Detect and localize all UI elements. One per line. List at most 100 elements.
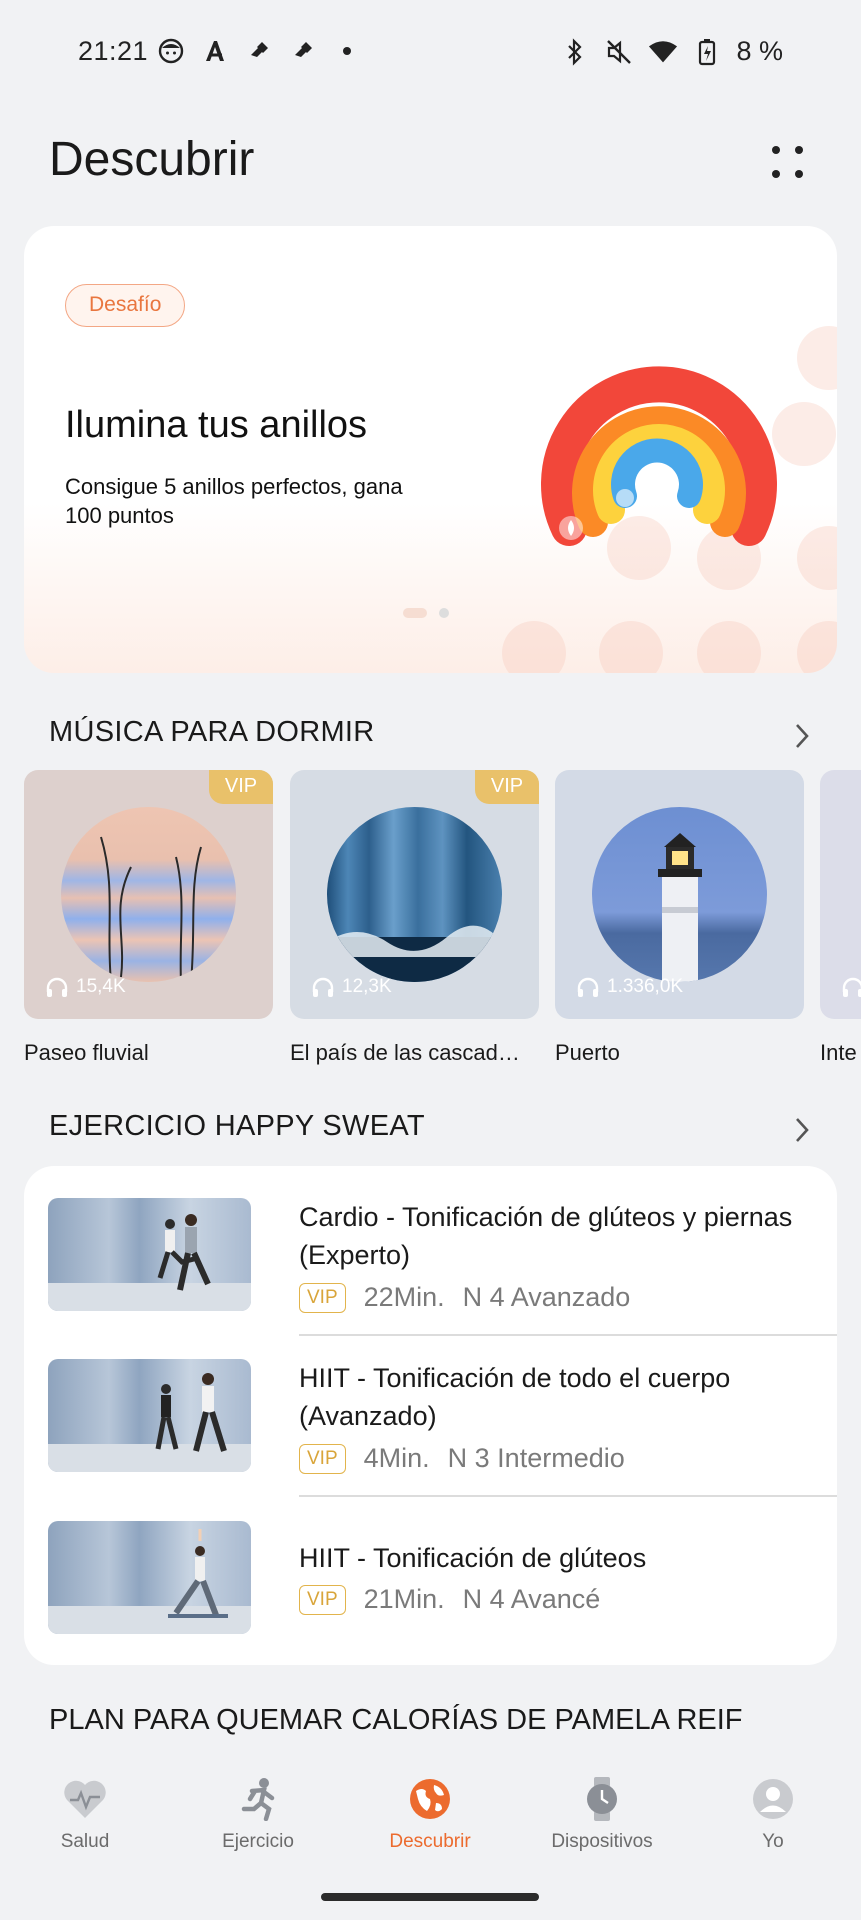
headphones-icon [46, 977, 68, 997]
workout-meta: VIP 4Min. N 3 Intermedio [299, 1443, 625, 1474]
activity-rings-icon [541, 366, 777, 546]
workout-duration: 4Min. [363, 1443, 430, 1473]
music-thumbnail: VIP 12,3K [290, 770, 539, 1019]
lighthouse-image [592, 807, 767, 982]
nav-tab-salud[interactable]: Salud [0, 1775, 170, 1853]
music-title: Paseo fluvial [24, 1040, 149, 1065]
workout-list: Cardio - Tonificación de glúteos y piern… [24, 1166, 837, 1665]
workout-meta: VIP 21Min. N 4 Avancé [299, 1584, 600, 1615]
vip-badge: VIP [299, 1282, 346, 1313]
plan-section-title: PLAN PARA QUEMAR CALORÍAS DE PAMELA REIF [49, 1704, 743, 1736]
music-card[interactable]: 1.336,0K Puerto [555, 770, 804, 1065]
workout-thumbnail [48, 1521, 251, 1634]
nav-label: Salud [60, 1831, 110, 1852]
music-carousel[interactable]: VIP 15,4K Paseo fluvial VIP 12,3K El paí… [24, 770, 861, 1080]
bg-activity-icon [599, 621, 663, 673]
system-icons: 8 % [560, 36, 783, 67]
bg-activity-icon [797, 526, 837, 590]
workout-title: HIIT - Tonificación de todo el cuerpo (A… [299, 1363, 731, 1431]
status-bar: 21:21 8 % [0, 0, 861, 104]
music-card[interactable]: VIP 15,4K Paseo fluvial [24, 770, 273, 1065]
carousel-dot-active [403, 608, 427, 618]
bg-activity-icon [502, 621, 566, 673]
vip-tag: VIP [209, 770, 273, 804]
nav-tab-descubrir[interactable]: Descubrir [345, 1775, 515, 1853]
dot-icon [332, 36, 362, 66]
battery-percentage: 8 % [736, 36, 783, 66]
tiktok-icon [288, 36, 318, 66]
workout-figures [155, 1373, 227, 1452]
more-dot [772, 170, 780, 178]
chevron-right-icon[interactable] [792, 1115, 812, 1145]
tiktok-icon [244, 36, 274, 66]
vip-badge: VIP [299, 1584, 346, 1615]
nav-tab-dispositivos[interactable]: Dispositivos [517, 1775, 687, 1853]
divider [299, 1334, 837, 1336]
home-indicator[interactable] [321, 1893, 539, 1901]
music-card[interactable]: VIP 12,3K El país de las cascad… [290, 770, 539, 1065]
carousel-dot [439, 608, 449, 618]
workout-level: N 3 Intermedio [447, 1443, 625, 1473]
play-count-value: 1.336,0K [607, 976, 684, 997]
workout-thumbnail [48, 1359, 251, 1472]
music-card[interactable]: Inte [820, 770, 861, 1065]
nav-label: Descubrir [389, 1831, 471, 1852]
music-title: Puerto [555, 1040, 620, 1065]
play-count: 1.336,0K [576, 976, 683, 998]
music-title: El país de las cascad… [290, 1040, 520, 1065]
challenge-banner[interactable]: Desafío Ilumina tus anillos Consigue 5 a… [24, 226, 837, 673]
workout-title: Cardio - Tonificación de glúteos y piern… [299, 1202, 793, 1270]
nav-label: Yo [762, 1831, 784, 1852]
watch-icon [578, 1775, 626, 1823]
nav-tab-yo[interactable]: Yo [688, 1775, 858, 1853]
workout-level: N 4 Avancé [462, 1584, 601, 1614]
workout-item[interactable]: HIIT - Tonificación de glúteos VIP 21Min… [48, 1521, 813, 1634]
music-thumbnail: VIP 15,4K [24, 770, 273, 1019]
profile-icon [749, 1775, 797, 1823]
globe-icon [406, 1775, 454, 1823]
workout-level: N 4 Avanzado [462, 1282, 631, 1312]
music-title: Inte [820, 1040, 857, 1065]
page-title: Descubrir [49, 133, 255, 186]
more-dot [795, 146, 803, 154]
play-count: 12,3K [311, 976, 392, 998]
music-section-title: MÚSICA PARA DORMIR [49, 716, 375, 748]
banner-subtitle: Consigue 5 anillos perfectos, gana 100 p… [65, 474, 403, 528]
battery-icon [692, 37, 722, 67]
music-thumbnail [820, 770, 861, 1019]
nav-label: Dispositivos [551, 1831, 653, 1852]
workout-item[interactable]: HIIT - Tonificación de todo el cuerpo (A… [48, 1359, 813, 1499]
waterfall-image [327, 807, 502, 982]
headphones-icon [842, 977, 861, 997]
face-icon [156, 36, 186, 66]
workout-figures [157, 1214, 211, 1291]
nav-label: Ejercicio [222, 1831, 294, 1852]
reeds-water-image [61, 807, 236, 982]
a-icon [200, 36, 230, 66]
vip-badge: VIP [299, 1443, 346, 1474]
carousel-indicator [403, 608, 449, 618]
more-options-button[interactable] [763, 140, 813, 190]
status-time: 21:21 [78, 36, 149, 66]
workout-duration: 21Min. [363, 1584, 445, 1614]
banner-title: Ilumina tus anillos [65, 404, 368, 446]
nav-tab-ejercicio[interactable]: Ejercicio [173, 1775, 343, 1853]
headphones-icon [312, 977, 334, 997]
wifi-icon [648, 37, 678, 67]
play-count [841, 976, 861, 998]
music-thumbnail: 1.336,0K [555, 770, 804, 1019]
workout-thumbnail [48, 1198, 251, 1311]
vip-tag: VIP [475, 770, 539, 804]
bg-activity-icon [797, 326, 837, 390]
workout-meta: VIP 22Min. N 4 Avanzado [299, 1282, 630, 1313]
divider [299, 1495, 837, 1497]
heart-icon [61, 1775, 109, 1823]
chevron-right-icon[interactable] [792, 721, 812, 751]
headphones-icon [577, 977, 599, 997]
workout-item[interactable]: Cardio - Tonificación de glúteos y piern… [48, 1198, 813, 1338]
workout-figures [168, 1529, 228, 1618]
bg-activity-icon [697, 621, 761, 673]
mute-icon [604, 37, 634, 67]
play-count: 15,4K [45, 976, 126, 998]
play-count-value: 12,3K [342, 976, 392, 997]
